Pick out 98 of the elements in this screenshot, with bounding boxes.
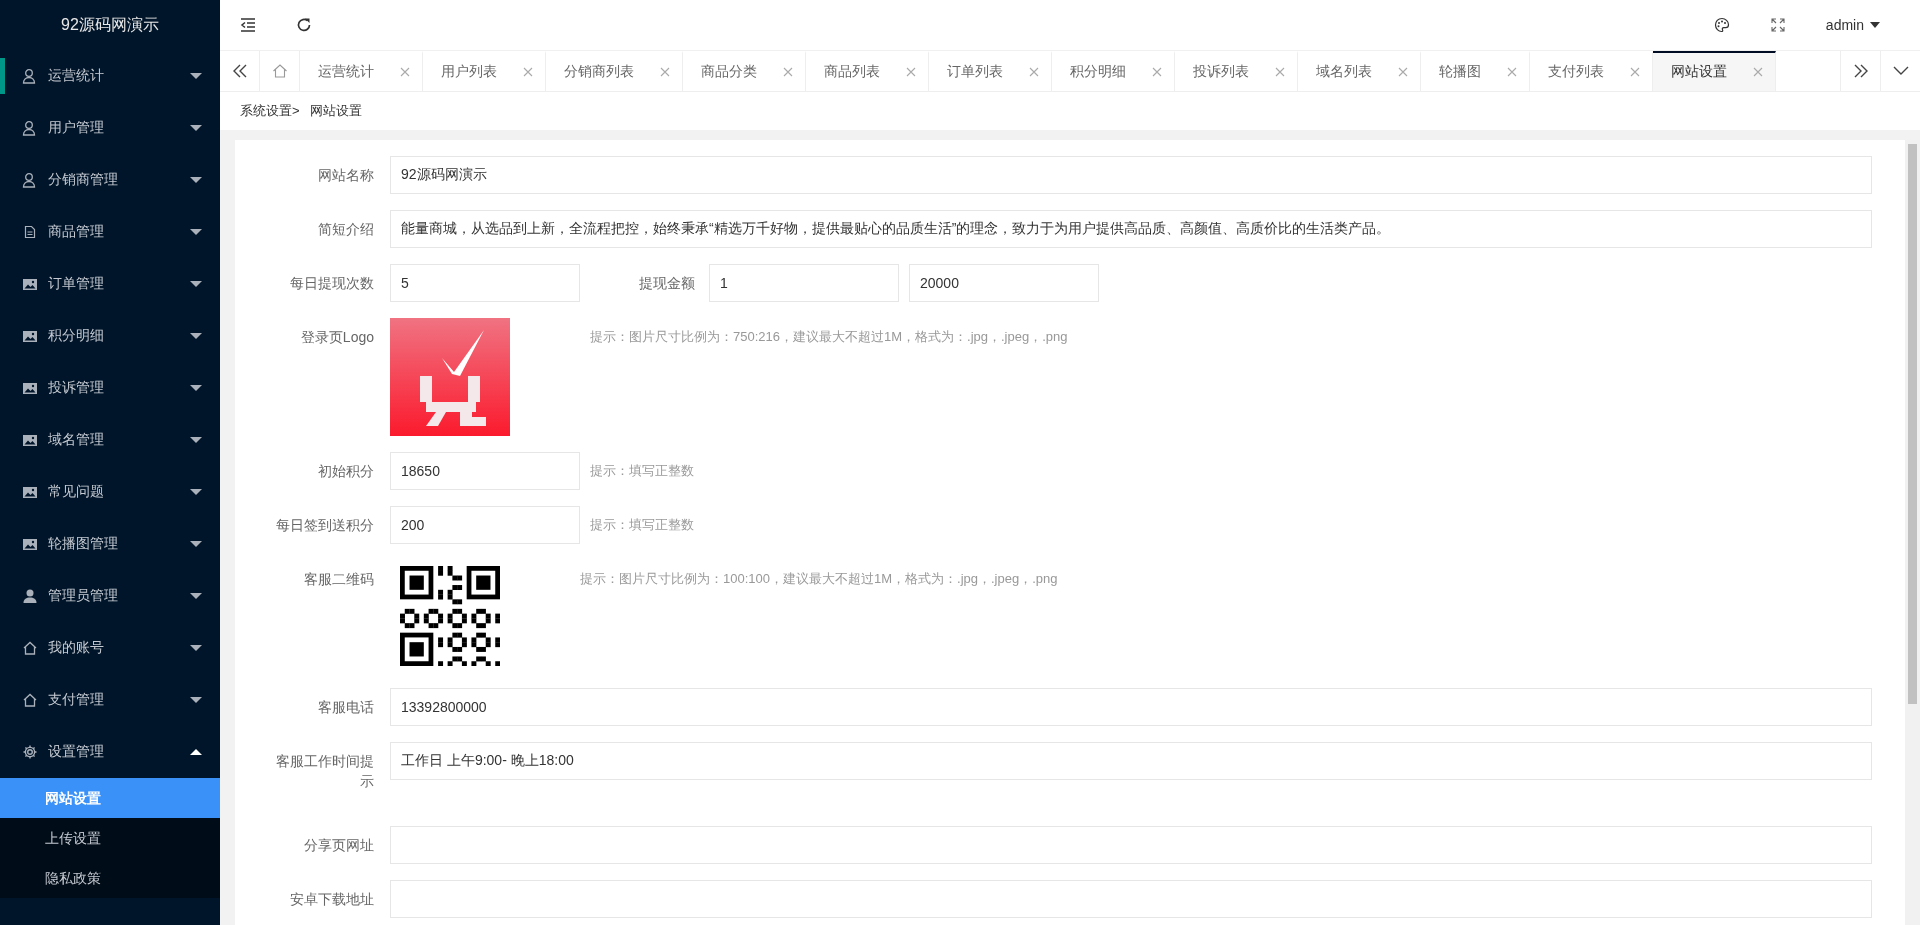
- sidebar-menu-item[interactable]: 支付管理: [0, 674, 220, 726]
- field-label: 简短介绍: [317, 220, 374, 239]
- close-icon[interactable]: [400, 67, 410, 77]
- indent-icon: [240, 18, 256, 32]
- text-field[interactable]: [390, 826, 1872, 864]
- close-icon[interactable]: [1029, 67, 1039, 77]
- sidebar-menu-item[interactable]: 积分明细: [0, 310, 220, 362]
- sidebar-menu-item[interactable]: 我的账号: [0, 622, 220, 674]
- fullscreen-icon: [1770, 18, 1785, 32]
- field-label: 客服工作时间提示: [275, 752, 374, 791]
- text-field[interactable]: 能量商城，从选品到上新，全流程把控，始终秉承“精选万千好物，提供最贴心的品质生活”的理念，致力于为用户提供高品质、高颜值、高质价比的生活类产品。: [390, 210, 1872, 248]
- field-label: 安卓下载地址: [289, 890, 374, 909]
- gear-icon: [22, 744, 38, 760]
- text-field[interactable]: 5: [390, 264, 580, 302]
- image-icon: [22, 432, 38, 448]
- text-field[interactable]: 工作日 上午9:00- 晚上18:00: [390, 742, 1872, 780]
- text-field[interactable]: 20000: [909, 264, 1099, 302]
- image-icon: [22, 328, 38, 344]
- caret-down-icon: [190, 280, 202, 288]
- sidebar-menu-item[interactable]: 投诉管理: [0, 362, 220, 414]
- field-label: 网站名称: [317, 166, 374, 185]
- qr-code-icon: [400, 566, 500, 666]
- refresh-icon: [296, 17, 312, 33]
- hint-text: 提示：填写正整数: [590, 516, 694, 534]
- text-field[interactable]: [390, 880, 1872, 918]
- close-icon[interactable]: [1507, 67, 1517, 77]
- close-icon[interactable]: [1275, 67, 1285, 77]
- field-label: 登录页Logo: [299, 328, 374, 347]
- caret-down-icon: [190, 592, 202, 600]
- user-icon: [22, 172, 38, 188]
- close-icon[interactable]: [523, 67, 533, 77]
- user-icon: [22, 68, 38, 84]
- submenu-item[interactable]: 上传设置: [0, 818, 220, 858]
- sidebar-menu-item[interactable]: 用户管理: [0, 102, 220, 154]
- sidebar-menu-item[interactable]: 常见问题: [0, 466, 220, 518]
- sidebar-menu-item[interactable]: 运营统计: [0, 50, 220, 102]
- caret-down-icon: [190, 124, 202, 132]
- sidebar-menu-item[interactable]: 商品管理: [0, 206, 220, 258]
- hint-text: 提示：图片尺寸比例为：100:100，建议最大不超过1M，格式为：.jpg，.jpeg，.png: [580, 570, 1058, 588]
- sidebar-menu-item[interactable]: 轮播图管理: [0, 518, 220, 570]
- person-icon: [22, 588, 38, 604]
- sidebar-title: 92源码网演示: [60, 15, 160, 35]
- sidebar-menu-item[interactable]: 订单管理: [0, 258, 220, 310]
- image-icon: [22, 276, 38, 292]
- field-label: 分享页网址: [303, 836, 374, 855]
- text-field[interactable]: 13392800000: [390, 688, 1872, 726]
- close-icon[interactable]: [906, 67, 916, 77]
- field-label: 客服电话: [317, 698, 374, 717]
- close-icon[interactable]: [660, 67, 670, 77]
- caret-down-icon: [190, 540, 202, 548]
- image-icon: [22, 380, 38, 396]
- text-field[interactable]: 200: [390, 506, 580, 544]
- breadcrumb-item[interactable]: 网站设置: [309, 102, 362, 120]
- hint-text: 提示：图片尺寸比例为：750:216，建议最大不超过1M，格式为：.jpg，.jpeg，.png: [590, 328, 1068, 346]
- close-icon[interactable]: [1753, 67, 1763, 77]
- close-icon[interactable]: [1152, 67, 1162, 77]
- breadcrumb-item[interactable]: 系统设置>: [240, 102, 300, 120]
- image-icon: [22, 484, 38, 500]
- submenu-item[interactable]: 隐私政策: [0, 858, 220, 898]
- caret-down-icon: [1870, 22, 1880, 28]
- user-icon: [22, 120, 38, 136]
- sidebar-menu-item[interactable]: 分销商管理: [0, 154, 220, 206]
- close-icon[interactable]: [783, 67, 793, 77]
- close-icon[interactable]: [1398, 67, 1408, 77]
- field-label: 初始积分: [317, 462, 374, 481]
- caret-down-icon: [190, 228, 202, 236]
- palette-icon: [1713, 17, 1730, 33]
- caret-down-icon: [190, 176, 202, 184]
- user-menu[interactable]: admin: [1805, 0, 1920, 50]
- sidebar-menu-item[interactable]: 域名管理: [0, 414, 220, 466]
- text-field[interactable]: 18650: [390, 452, 580, 490]
- home-icon: [22, 640, 38, 656]
- double-chevron-left-icon: [231, 64, 248, 78]
- image-icon: [22, 536, 38, 552]
- double-chevron-right-icon: [1852, 64, 1869, 78]
- caret-down-icon: [190, 696, 202, 704]
- caret-down-icon: [190, 644, 202, 652]
- sidebar-menu-item[interactable]: 管理员管理: [0, 570, 220, 622]
- field-label: 每日签到送积分: [275, 516, 374, 535]
- hint-text: 提示：填写正整数: [590, 462, 694, 480]
- caret-down-icon: [190, 384, 202, 392]
- sidebar-menu-item[interactable]: 设置管理: [0, 726, 220, 778]
- caret-up-icon: [190, 748, 202, 756]
- caret-down-icon: [190, 436, 202, 444]
- close-icon[interactable]: [1630, 67, 1640, 77]
- text-field[interactable]: 92源码网演示: [390, 156, 1872, 194]
- field-label: 客服二维码: [303, 570, 374, 589]
- caret-down-icon: [190, 488, 202, 496]
- home-icon: [22, 692, 38, 708]
- page-tab[interactable]: 网站设置: [1653, 51, 1776, 91]
- home-icon: [271, 63, 288, 79]
- field-label: 提现金额: [638, 274, 695, 293]
- document-icon: [22, 224, 38, 240]
- field-label: 每日提现次数: [289, 274, 374, 293]
- text-field[interactable]: 1: [709, 264, 899, 302]
- caret-down-icon: [190, 332, 202, 340]
- caret-down-icon: [190, 72, 202, 80]
- chevron-down-icon: [1892, 66, 1909, 76]
